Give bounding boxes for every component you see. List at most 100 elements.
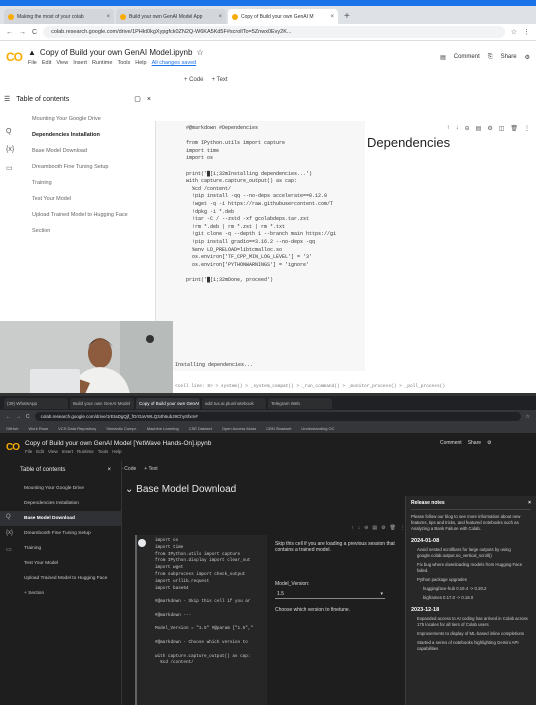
variables-icon[interactable]: {x} [6, 530, 16, 546]
save-status[interactable]: All changes saved [152, 60, 197, 66]
menu-insert[interactable]: Insert [62, 449, 73, 454]
mirror-icon[interactable]: ◫ [499, 125, 505, 132]
comment-button[interactable]: Comment [440, 440, 462, 446]
toc-item[interactable]: Upload Trained Model to Hugging Face [0, 571, 121, 586]
browser-tab[interactable]: Making the most of your colab × [4, 9, 114, 24]
toc-item[interactable]: Mounting Your Google Drive [0, 111, 155, 127]
move-down-icon[interactable]: ↓ [456, 125, 459, 132]
url-field[interactable]: colab.research.google.com/drive/1rEIaDgQ… [34, 412, 521, 421]
share-button[interactable]: Share [501, 54, 517, 60]
settings-icon[interactable]: ⚙ [381, 525, 385, 533]
toc-item[interactable]: Training [0, 541, 121, 556]
settings-icon[interactable]: ⚙ [487, 440, 491, 446]
link-icon[interactable]: ⊖ [364, 525, 368, 533]
browser-tab[interactable]: Build your own GenAI Model App × [116, 9, 226, 24]
bookmark-item[interactable]: Understanding OC [301, 426, 334, 431]
notebook-title[interactable]: Copy of Build your own GenAI Model.ipynb [40, 48, 193, 57]
star-icon[interactable]: ☆ [526, 414, 530, 420]
bookmark-item[interactable]: GitHub [6, 426, 18, 431]
move-down-icon[interactable]: ↓ [358, 525, 361, 533]
comment-button[interactable]: Comment [454, 54, 480, 60]
menu-runtime[interactable]: Runtime [92, 60, 112, 66]
menu-icon[interactable]: ⋮ [523, 28, 530, 36]
comment-icon[interactable]: ▤ [372, 525, 377, 533]
reload-icon[interactable]: C [32, 29, 37, 36]
new-tab-icon[interactable]: + [344, 11, 350, 22]
settings-icon[interactable]: ⚙ [525, 54, 530, 61]
code-editor[interactable]: #@markdown #Dependencies from IPython.ut… [156, 121, 365, 284]
browser-tab-active[interactable]: Copy of Build your own GenAI [136, 397, 200, 409]
browser-tab[interactable]: Build your own GenAI Model [70, 397, 134, 409]
new-section-icon[interactable]: ▢ [134, 95, 141, 103]
back-icon[interactable]: ← [6, 414, 11, 420]
more-icon[interactable]: ⋮ [524, 125, 530, 132]
bookmark-item[interactable]: VCS Data Repository [58, 426, 96, 431]
settings-icon[interactable]: ⚙ [487, 125, 492, 132]
comment-icon[interactable]: ▤ [476, 125, 482, 132]
toc-item[interactable]: Mounting Your Google Drive [0, 481, 121, 496]
browser-tab[interactable]: Telegram Web [268, 397, 332, 409]
toc-item[interactable]: Dreambooth Fine Tuning Setup [0, 159, 155, 175]
reload-icon[interactable]: C [26, 414, 30, 420]
menu-view[interactable]: View [56, 60, 68, 66]
menu-help[interactable]: Help [112, 449, 121, 454]
url-field[interactable]: colab.research.google.com/drive/1PHkt0kg… [43, 26, 505, 38]
add-section-button[interactable]: + Section [0, 586, 121, 601]
folder-icon[interactable]: ▭ [6, 546, 16, 562]
close-icon[interactable]: × [218, 14, 222, 20]
toc-item[interactable]: Dreambooth Fine Tuning Setup [0, 526, 121, 541]
toc-item-selected[interactable]: Dependencies Installation [0, 127, 155, 143]
menu-runtime[interactable]: Runtime [77, 449, 94, 454]
add-text-button[interactable]: + Text [144, 466, 157, 472]
menu-insert[interactable]: Insert [73, 60, 87, 66]
toc-item[interactable]: Base Model Download [0, 143, 155, 159]
search-icon[interactable]: Q [6, 514, 16, 530]
browser-tab-active[interactable]: Copy of Build your own GenAI M × [228, 9, 338, 24]
menu-help[interactable]: Help [135, 60, 146, 66]
move-up-icon[interactable]: ↑ [351, 525, 354, 533]
star-icon[interactable]: ☆ [196, 48, 203, 57]
bookmark-item[interactable]: Machine Learning [147, 426, 179, 431]
bookmark-item[interactable]: Open Access Mods [222, 426, 256, 431]
toc-item[interactable]: Dependencies Installation [0, 496, 121, 511]
move-up-icon[interactable]: ↑ [447, 125, 450, 132]
star-icon[interactable]: ☆ [511, 28, 517, 36]
bookmark-item[interactable]: Work Ruse [28, 426, 48, 431]
browser-tab[interactable]: (39) WhatsApp [4, 397, 68, 409]
back-icon[interactable]: ← [6, 29, 13, 36]
close-icon[interactable]: × [106, 14, 110, 20]
toc-item[interactable]: Training [0, 175, 155, 191]
add-code-button[interactable]: + Code [184, 77, 204, 83]
bookmark-item[interactable]: Semantic Compr. [106, 426, 137, 431]
add-code-button[interactable]: + Code [120, 466, 136, 472]
search-icon[interactable]: Q [6, 128, 18, 146]
notebook-title[interactable]: Copy of Build your own GenAI Model [YetW… [25, 440, 211, 447]
toc-item-section[interactable]: Section [0, 223, 155, 239]
menu-file[interactable]: File [25, 449, 32, 454]
menu-edit[interactable]: Edit [42, 60, 51, 66]
link-icon[interactable]: ⊖ [465, 125, 470, 132]
model-version-select[interactable]: 1.5 ▾ [275, 589, 385, 599]
folder-icon[interactable]: ▭ [6, 164, 18, 182]
delete-icon[interactable]: 🗑 [390, 525, 396, 533]
code-cell[interactable]: #@markdown #Dependencies from IPython.ut… [155, 121, 365, 371]
close-icon[interactable]: × [147, 96, 151, 103]
menu-edit[interactable]: Edit [36, 449, 44, 454]
close-icon[interactable]: × [107, 467, 111, 473]
menu-file[interactable]: File [28, 60, 37, 66]
bookmark-item[interactable]: CBN Strawset [266, 426, 291, 431]
forward-icon[interactable]: → [19, 29, 26, 36]
browser-tab[interactable]: add tux.ai plus/notebook [202, 397, 266, 409]
menu-view[interactable]: View [48, 449, 58, 454]
toc-item[interactable]: Test Your Model [0, 556, 121, 571]
toc-item[interactable]: Test Your Model [0, 191, 155, 207]
close-icon[interactable]: × [330, 14, 334, 20]
toc-item[interactable]: Upload Trained Model to Hugging Face [0, 207, 155, 223]
colab-logo[interactable]: CO [6, 442, 20, 453]
menu-tools[interactable]: Tools [98, 449, 109, 454]
share-button[interactable]: Share [468, 440, 481, 446]
chevron-down-icon[interactable]: ⌄ [125, 484, 136, 495]
variables-icon[interactable]: {x} [6, 146, 18, 164]
code-editor[interactable]: import os import time from IPython.utils i… [137, 535, 267, 667]
forward-icon[interactable]: → [16, 414, 21, 420]
